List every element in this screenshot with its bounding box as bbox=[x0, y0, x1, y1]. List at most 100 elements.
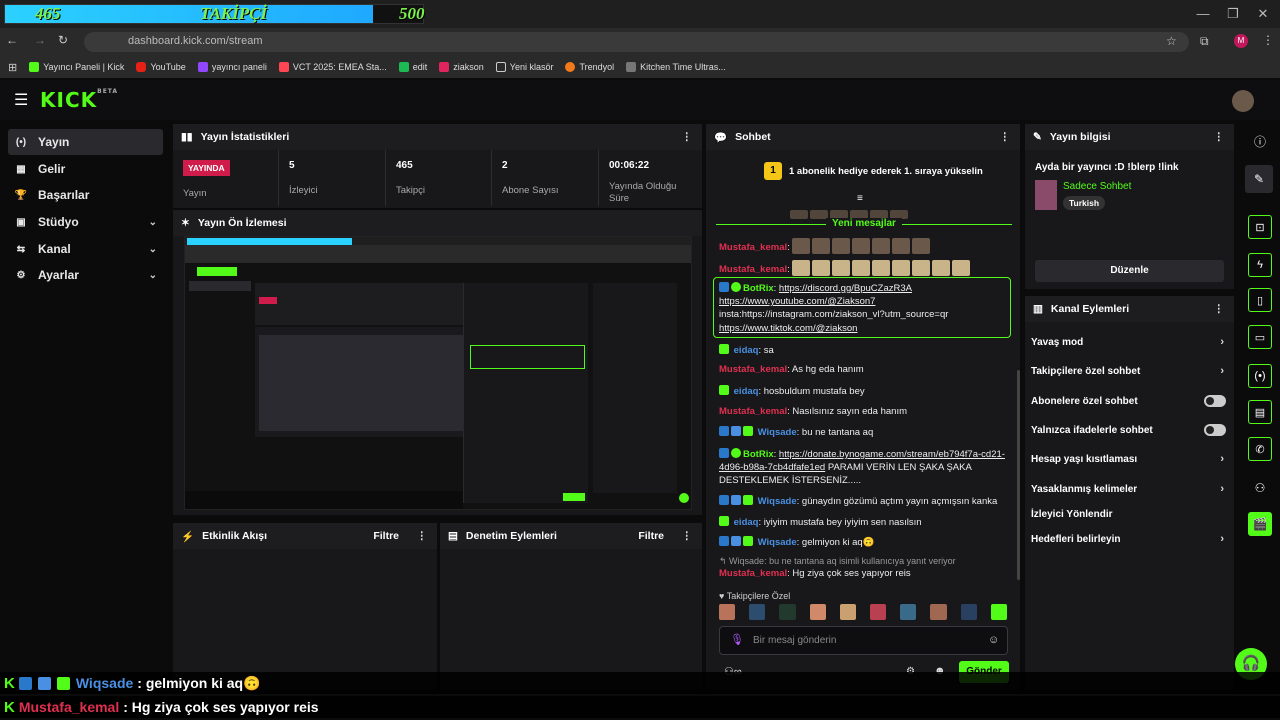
maximize-icon[interactable]: ❐ bbox=[1222, 6, 1244, 22]
profile-avatar[interactable]: M bbox=[1234, 34, 1248, 48]
chat-link[interactable]: https://www.tiktok.com/@ziakson bbox=[719, 323, 857, 334]
more-icon[interactable]: ⋮ bbox=[682, 131, 693, 143]
chevron-right-icon: › bbox=[1220, 336, 1224, 348]
emote[interactable] bbox=[930, 604, 947, 620]
sidebar-item-kanal[interactable]: ⇆ Kanal ⌄ bbox=[8, 236, 163, 262]
emote[interactable] bbox=[749, 604, 766, 620]
chat-link[interactable]: insta:https://instagram.com/ziakson_vl?u… bbox=[719, 309, 948, 320]
browser-menu-icon[interactable]: ⋮ bbox=[1262, 33, 1274, 47]
phone-icon[interactable]: ▯ bbox=[1248, 288, 1272, 312]
chat-bubble-icon[interactable]: ▭ bbox=[1248, 325, 1272, 349]
emote[interactable] bbox=[960, 604, 977, 620]
user-avatar[interactable] bbox=[1232, 90, 1254, 112]
category-name[interactable]: Sadece Sohbet bbox=[1063, 181, 1131, 192]
edit-button[interactable]: Düzenle bbox=[1035, 260, 1224, 282]
studio-icon: ▣ bbox=[16, 216, 26, 228]
emote[interactable] bbox=[779, 604, 796, 620]
layout-icon[interactable]: ▤ bbox=[1248, 400, 1272, 424]
kick-k-icon: K bbox=[4, 674, 15, 692]
more-icon[interactable]: ⋮ bbox=[1214, 131, 1225, 143]
sub-badge-icon bbox=[743, 426, 753, 436]
chat-scrollbar[interactable] bbox=[1017, 370, 1020, 580]
edit-pencil-icon[interactable]: ✎ bbox=[1245, 165, 1273, 193]
emote[interactable] bbox=[900, 604, 917, 620]
hamburger-menu-icon[interactable]: ☰ bbox=[14, 90, 28, 110]
community-icon[interactable]: ⚇ bbox=[1248, 476, 1272, 500]
emote[interactable] bbox=[990, 604, 1008, 620]
live-badge: YAYINDA bbox=[183, 160, 230, 176]
back-icon[interactable]: ← bbox=[6, 33, 18, 47]
stats-chart-icon: ▮▮ bbox=[181, 131, 193, 143]
activity-filter-button[interactable]: Filtre bbox=[373, 530, 399, 542]
emote[interactable] bbox=[870, 604, 887, 620]
sidebar-item-gelir[interactable]: ▦ Gelir bbox=[8, 156, 163, 182]
emote[interactable] bbox=[839, 604, 857, 620]
more-icon[interactable]: ⋮ bbox=[682, 530, 693, 542]
microphone-icon[interactable]: 🎙 bbox=[730, 633, 744, 646]
chat-link[interactable]: https://www.youtube.com/@Ziakson7 bbox=[719, 296, 875, 307]
more-icon[interactable]: ⋮ bbox=[417, 530, 428, 542]
pinned-rank-badge: 1 bbox=[764, 162, 782, 180]
vip-badge-icon bbox=[731, 536, 741, 546]
emote[interactable] bbox=[719, 604, 736, 620]
more-icon[interactable]: ⋮ bbox=[1000, 131, 1011, 143]
broadcast-icon: (•) bbox=[15, 136, 27, 148]
wrench-icon[interactable]: ✆ bbox=[1248, 437, 1272, 461]
kick-logo[interactable]: KICKBETA bbox=[40, 88, 118, 112]
info-icon[interactable]: ⓘ bbox=[1248, 129, 1272, 153]
forward-icon[interactable]: → bbox=[34, 33, 46, 47]
more-icon[interactable]: ⋮ bbox=[1214, 303, 1225, 315]
bookmark-item[interactable]: YouTube bbox=[136, 62, 186, 72]
bookmark-folder[interactable]: Yeni klasör bbox=[495, 62, 553, 72]
extensions-icon[interactable]: ⧉ bbox=[1200, 34, 1209, 49]
bookmark-item[interactable]: Yayıncı Paneli | Kick bbox=[29, 62, 124, 72]
subs-only-toggle[interactable] bbox=[1204, 395, 1226, 407]
chat-input[interactable]: Bir mesaj gönderin bbox=[753, 635, 836, 646]
preview-chat bbox=[463, 283, 588, 503]
action-banned-words[interactable]: Yasaklanmış kelimeler › bbox=[1031, 479, 1226, 499]
sub-badge-icon bbox=[56, 676, 70, 690]
minimize-icon[interactable]: — bbox=[1192, 6, 1214, 22]
clapper-icon[interactable]: 🎬 bbox=[1248, 512, 1272, 536]
emotes-only-toggle[interactable] bbox=[1204, 424, 1226, 436]
stats-header: ▮▮ Yayın İstatistikleri ⋮ bbox=[173, 124, 702, 150]
moderation-header: ▤ Denetim Eylemleri Filtre ⋮ bbox=[440, 523, 702, 549]
action-host[interactable]: İzleyici Yönlendir bbox=[1031, 504, 1226, 524]
bookmark-item[interactable]: ziakson bbox=[439, 62, 484, 72]
emote[interactable] bbox=[809, 604, 826, 620]
sidebar-item-yayin[interactable]: (•) Yayın bbox=[8, 129, 163, 155]
close-icon[interactable]: ✕ bbox=[1252, 6, 1274, 22]
clip-icon[interactable]: ⊡ bbox=[1248, 215, 1272, 239]
reply-icon: ↰ bbox=[719, 556, 730, 566]
lightning-icon[interactable]: ϟ bbox=[1248, 253, 1272, 277]
emoji-icon[interactable]: ☺ bbox=[988, 634, 999, 646]
sidebar-item-studyo[interactable]: ▣ Stüdyo ⌄ bbox=[8, 209, 163, 235]
action-slow-mode[interactable]: Yavaş mod › bbox=[1031, 332, 1226, 352]
apps-grid-icon[interactable]: ⊞ bbox=[8, 61, 17, 74]
bookmark-item[interactable]: yayıncı paneli bbox=[197, 62, 267, 72]
action-account-age[interactable]: Hesap yaşı kısıtlaması › bbox=[1031, 449, 1226, 469]
bookmark-item[interactable]: Trendyol bbox=[565, 62, 614, 72]
kick-header bbox=[0, 80, 1280, 120]
bookmark-item[interactable]: edit bbox=[398, 62, 427, 72]
sidebar-item-basarilar[interactable]: 🏆 Başarılar bbox=[8, 182, 163, 208]
chevron-down-icon: ⌄ bbox=[148, 243, 157, 255]
preview-toolbar bbox=[185, 245, 691, 263]
follower-goal-bar: 465 TAKİPÇİ 500 bbox=[4, 4, 425, 24]
bookmark-star-icon[interactable]: ☆ bbox=[1166, 34, 1177, 48]
moderation-filter-button[interactable]: Filtre bbox=[638, 530, 664, 542]
bookmarks-bar: ⊞ Yayıncı Paneli | Kick YouTube yayıncı … bbox=[0, 56, 1280, 78]
reload-icon[interactable]: ↻ bbox=[58, 33, 68, 47]
broadcast-icon[interactable]: (•) bbox=[1248, 364, 1272, 388]
chevron-down-icon: ⌄ bbox=[148, 269, 157, 281]
stream-preview[interactable] bbox=[184, 236, 692, 510]
bookmark-item[interactable]: VCT 2025: EMEA Sta... bbox=[278, 62, 387, 72]
bookmark-item[interactable]: Kitchen Time Ultras... bbox=[626, 62, 726, 72]
action-emotes-only: Yalnızca ifadelerle sohbet bbox=[1031, 420, 1226, 440]
action-goals[interactable]: Hedefleri belirleyin › bbox=[1031, 529, 1226, 549]
collapse-icon[interactable]: ≡ bbox=[857, 193, 863, 204]
pinned-gift-text[interactable]: 1 abonelik hediye ederek 1. sıraya yükse… bbox=[789, 166, 983, 177]
sidebar-item-ayarlar[interactable]: ⚙ Ayarlar ⌄ bbox=[8, 262, 163, 288]
address-url[interactable]: dashboard.kick.com/stream bbox=[128, 35, 263, 47]
action-followers-only[interactable]: Takipçilere özel sohbet › bbox=[1031, 361, 1226, 381]
